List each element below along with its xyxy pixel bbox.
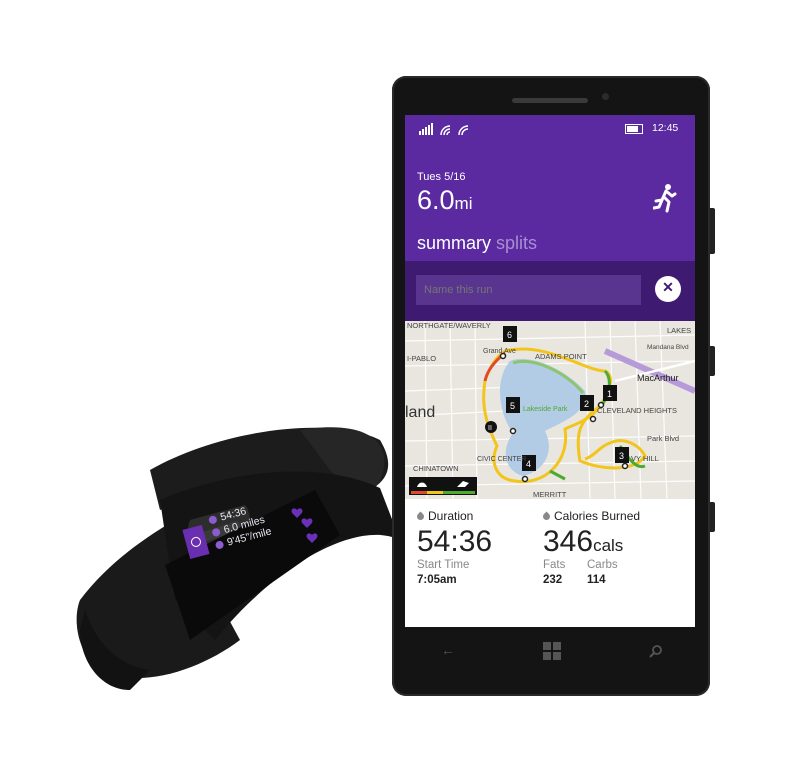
- tab-splits[interactable]: splits: [496, 233, 537, 253]
- battery-icon: [625, 124, 643, 134]
- distance-icon: [211, 527, 222, 538]
- map-label: I-PABLO: [407, 354, 436, 363]
- fire-icon: [541, 511, 552, 522]
- phone-screen: 12:45 Tues 5/16 6.0mi summary splits ✕: [405, 115, 695, 627]
- map-label: land: [405, 404, 435, 421]
- map-label: VY HILL: [631, 454, 659, 463]
- windows-icon[interactable]: [543, 642, 561, 660]
- run-header: 12:45 Tues 5/16 6.0mi summary splits: [405, 115, 695, 261]
- speed-legend: [409, 477, 477, 495]
- map-label: NORTHGATE/WAVERLY: [407, 321, 491, 330]
- signal-icon: [419, 123, 469, 135]
- map-label: Park Blvd: [647, 434, 679, 443]
- calories-value: 346cals: [543, 525, 623, 559]
- carbs-value: 114: [587, 574, 606, 586]
- pace-icon: [214, 540, 225, 550]
- band-stats: 54:36 6.0 miles 9'45"/mile: [207, 493, 298, 552]
- route-map[interactable]: 1 2 3 4 5 6 II NORTHGATE/WAVERLY ADAMS P…: [405, 321, 695, 499]
- band-run-tile: [182, 524, 210, 560]
- run-name-input[interactable]: [416, 275, 641, 305]
- map-marker-3[interactable]: 3: [619, 451, 624, 461]
- pause-marker-icon: II: [488, 425, 492, 432]
- map-label: LAKES: [667, 326, 691, 335]
- map-label: MacArthur: [637, 373, 679, 383]
- calories-unit: cals: [593, 536, 624, 555]
- map-marker-1[interactable]: 1: [607, 389, 612, 399]
- view-tabs: summary splits: [417, 233, 537, 254]
- run-summary: Duration 54:36 Start Time 7:05am Calorie…: [405, 499, 695, 627]
- close-icon: ✕: [662, 279, 674, 295]
- duration-value: 54:36: [417, 525, 493, 558]
- start-time-value: 7:05am: [417, 574, 457, 586]
- map-label: Grand Ave: [483, 348, 516, 355]
- stopwatch-icon: [415, 511, 426, 522]
- start-time-label: Start Time: [417, 559, 470, 571]
- distance-unit: mi: [454, 194, 473, 213]
- map-label: Mandana Blvd: [647, 344, 689, 351]
- volume-button[interactable]: [710, 208, 715, 254]
- map-marker-5[interactable]: 5: [510, 401, 515, 411]
- calories-label-text: Calories Burned: [554, 509, 641, 523]
- back-icon[interactable]: ←: [441, 642, 455, 658]
- tab-summary[interactable]: summary: [417, 233, 491, 253]
- map-marker-4[interactable]: 4: [526, 459, 531, 469]
- name-bar: ✕: [405, 261, 695, 321]
- power-button[interactable]: [710, 346, 715, 376]
- map-label: CHINATOWN: [413, 464, 459, 473]
- map-label: MERRITT: [533, 490, 567, 499]
- map-label: ADAMS POINT: [535, 352, 587, 361]
- front-camera: [602, 93, 609, 100]
- fats-value: 232: [543, 574, 563, 586]
- calories-number: 346: [543, 525, 594, 558]
- nav-bar: ←: [405, 634, 695, 670]
- carbs-label: Carbs: [587, 559, 618, 571]
- map-marker-2[interactable]: 2: [584, 399, 589, 409]
- stopwatch-icon: [189, 535, 203, 549]
- distance-value: 6.0: [417, 185, 455, 215]
- run-distance: 6.0mi: [417, 185, 473, 216]
- phone: 12:45 Tues 5/16 6.0mi summary splits ✕: [392, 76, 715, 696]
- map-marker-6[interactable]: 6: [507, 330, 512, 340]
- calories-label: Calories Burned: [541, 509, 641, 523]
- map-canvas: 1 2 3 4 5 6 II NORTHGATE/WAVERLY ADAMS P…: [405, 321, 695, 499]
- map-label: CLEVELAND HEIGHTS: [597, 406, 677, 415]
- close-button[interactable]: ✕: [655, 276, 681, 302]
- map-label: Lakeside Park: [523, 406, 568, 413]
- duration-label-text: Duration: [428, 509, 474, 523]
- camera-button[interactable]: [710, 502, 715, 532]
- clock: 12:45: [652, 122, 679, 134]
- duration-label: Duration: [415, 509, 474, 523]
- map-label: CIVIC CENTER: [477, 456, 526, 463]
- earpiece: [512, 98, 588, 103]
- search-icon[interactable]: [649, 644, 663, 658]
- stopwatch-icon: [207, 514, 218, 525]
- fats-label: Fats: [543, 559, 566, 571]
- run-date: Tues 5/16: [417, 171, 466, 183]
- status-bar: 12:45: [405, 121, 695, 137]
- runner-icon: [653, 184, 677, 213]
